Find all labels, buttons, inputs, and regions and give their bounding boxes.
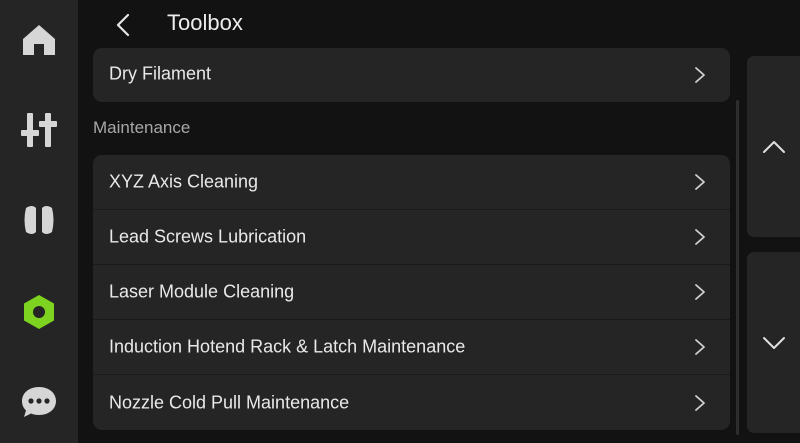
list-item-nozzle-cold-pull-maintenance[interactable]: Nozzle Cold Pull Maintenance [93,375,730,430]
scroll-up-button[interactable] [747,56,800,237]
filament-icon [24,206,54,234]
chevron-right-icon [695,394,705,411]
list-item-dry-filament[interactable]: Dry Filament [93,48,730,102]
controls-icon [21,113,57,147]
nav-controls[interactable] [0,95,78,165]
list-item-label: Laser Module Cleaning [109,281,295,302]
chevron-down-icon [762,336,785,349]
home-icon [23,25,55,55]
chevron-right-icon [695,67,705,83]
list-item-label: XYZ Axis Cleaning [109,171,259,192]
chevron-right-icon [695,284,705,300]
header: Toolbox [78,0,800,50]
chat-icon [22,387,56,417]
scroll-down-button[interactable] [747,252,800,433]
back-button[interactable] [108,8,138,42]
nav-chat[interactable] [0,367,78,437]
list-item-hotend-rack-latch-maintenance[interactable]: Induction Hotend Rack & Latch Maintenanc… [93,320,730,375]
chevron-left-icon [116,13,130,37]
maintenance-card: XYZ Axis Cleaning Lead Screws Lubricatio… [93,155,730,430]
nav-toolbox[interactable] [0,277,78,347]
list-item-laser-module-cleaning[interactable]: Laser Module Cleaning [93,265,730,320]
list-item-label: Nozzle Cold Pull Maintenance [109,392,350,412]
list-item-xyz-axis-cleaning[interactable]: XYZ Axis Cleaning [93,155,730,210]
toolbox-nut-icon [24,295,54,329]
nav-filament[interactable] [0,185,78,255]
toolbox-screen: Toolbox Dry Filament Maintenance XYZ Axi… [0,0,800,443]
list-item-label: Dry Filament [109,63,212,84]
chevron-right-icon [695,339,705,355]
chevron-up-icon [762,140,785,153]
chevron-right-icon [695,229,705,245]
nav-home[interactable] [0,5,78,75]
page-title: Toolbox [167,10,243,35]
section-label-maintenance: Maintenance [93,118,191,137]
chevron-right-icon [695,174,705,190]
list-item-label: Induction Hotend Rack & Latch Maintenanc… [109,336,466,357]
top-item-card: Dry Filament [93,48,730,102]
list-item-label: Lead Screws Lubrication [109,226,307,247]
list-item-lead-screws-lubrication[interactable]: Lead Screws Lubrication [93,210,730,265]
list-scrollbar[interactable] [736,100,739,435]
left-nav [0,0,78,443]
